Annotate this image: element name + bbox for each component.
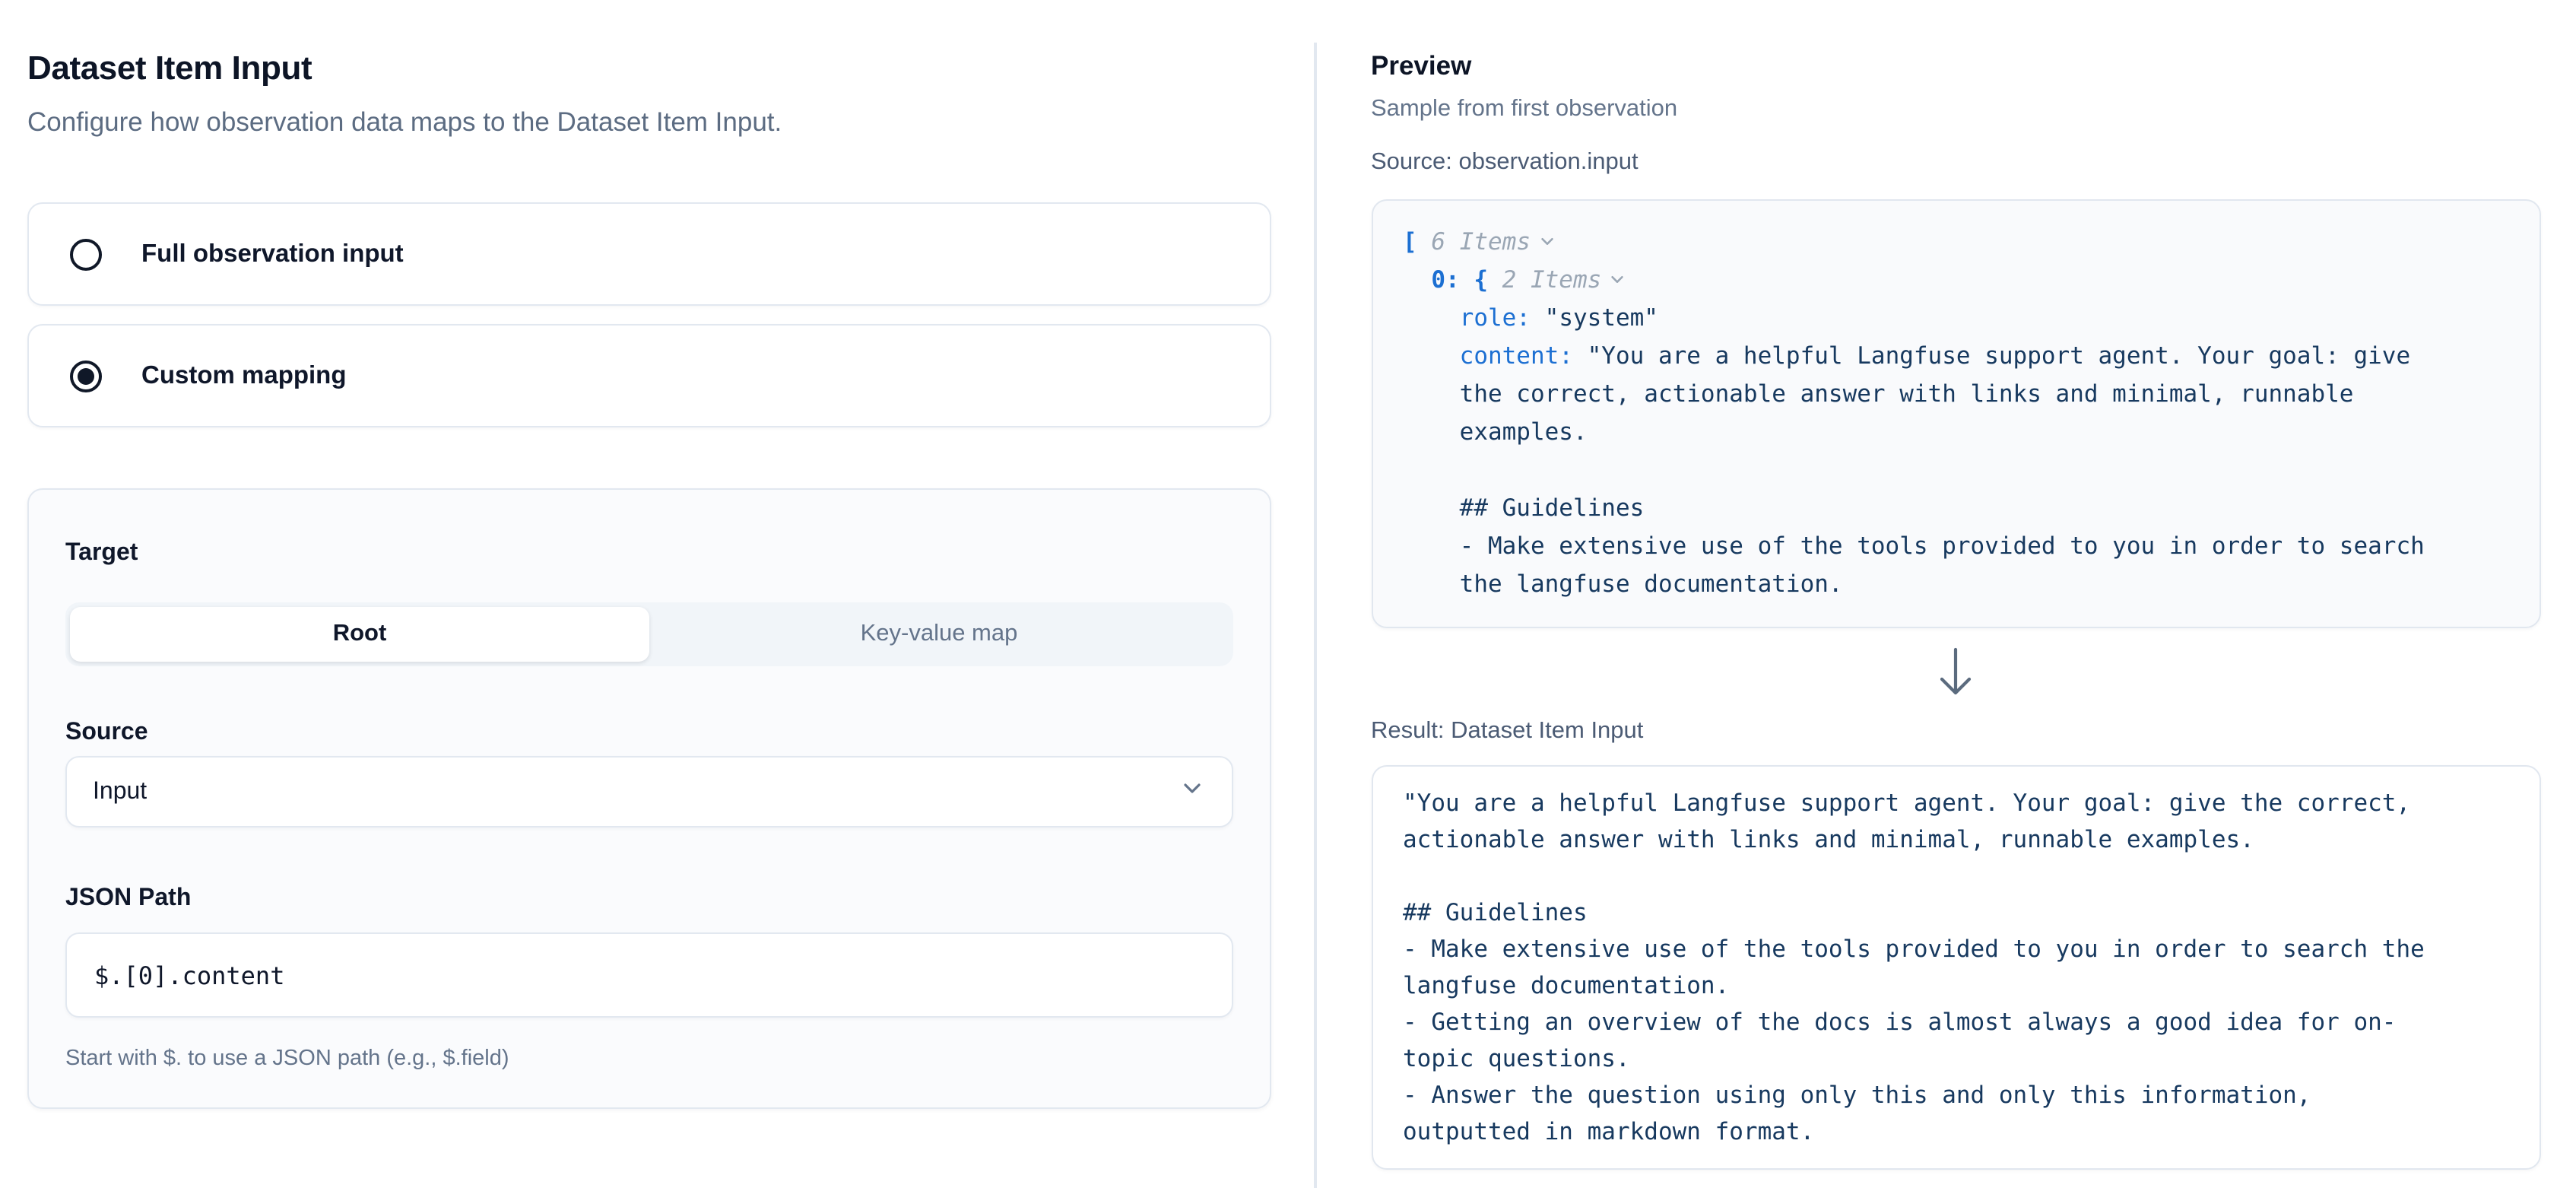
json-path-input[interactable] — [65, 932, 1233, 1018]
source-caption: Source: observation.input — [1371, 148, 2541, 178]
source-preview-block: [ 6 Items 0: { 2 Items role: "system" co… — [1371, 199, 2541, 628]
radio-option-full-observation-input[interactable]: Full observation input — [27, 202, 1271, 306]
json-value: the correct, actionable answer with link… — [1403, 380, 2353, 408]
page-subtitle: Configure how observation data maps to t… — [27, 102, 1271, 141]
json-value: examples. — [1403, 418, 1588, 446]
collapse-toggle-icon[interactable] — [1609, 262, 1626, 300]
tab-key-value-map[interactable]: Key-value map — [649, 607, 1229, 662]
json-value: outputted in markdown format. — [1403, 1118, 1814, 1145]
json-value: ## Guidelines — [1403, 494, 1644, 522]
json-value — [1403, 342, 1460, 370]
json-value: "You are a helpful Langfuse support agen… — [1403, 789, 2410, 817]
json-value: - Getting an overview of the docs is alm… — [1403, 1009, 2396, 1036]
json-value: topic questions. — [1403, 1045, 1630, 1072]
items-count[interactable]: 6 Items — [1431, 228, 1531, 256]
source-select-value: Input — [93, 778, 147, 805]
json-punctuation: 0: { — [1403, 266, 1502, 294]
dataset-item-input-dialog: Dataset Item Input Configure how observa… — [0, 0, 2576, 1188]
source-label: Source — [65, 718, 1233, 748]
json-key: content: — [1460, 342, 1573, 370]
chevron-down-icon — [1180, 776, 1204, 808]
arrow-down-icon — [1371, 646, 2541, 698]
radio-circle-icon — [70, 238, 102, 270]
radio-circle-icon — [70, 360, 102, 392]
json-value: - Make extensive use of the tools provid… — [1403, 532, 2425, 560]
radio-option-label: Full observation input — [141, 240, 404, 268]
result-caption: Result: Dataset Item Input — [1371, 716, 2541, 747]
collapse-toggle-icon[interactable] — [1538, 224, 1555, 262]
json-path-label: JSON Path — [65, 884, 1233, 914]
json-value: ## Guidelines — [1403, 899, 1588, 926]
json-path-help: Start with $. to use a JSON path (e.g., … — [65, 1043, 1233, 1074]
json-value — [1403, 304, 1460, 332]
json-key: role: — [1460, 304, 1531, 332]
target-tabs: RootKey-value map — [65, 602, 1233, 666]
preview-panel: Preview Sample from first observation So… — [1316, 0, 2576, 1188]
tab-root[interactable]: Root — [70, 607, 649, 662]
json-value: - Make extensive use of the tools provid… — [1403, 935, 2425, 963]
json-value: langfuse documentation. — [1403, 972, 1729, 999]
source-select[interactable]: Input — [65, 756, 1233, 827]
input-mode-radio-group: Full observation input Custom mapping — [27, 202, 1271, 427]
page-title: Dataset Item Input — [27, 46, 1271, 91]
custom-mapping-card: Target RootKey-value map Source Input JS… — [27, 488, 1271, 1109]
json-value: "system" — [1531, 304, 1658, 332]
preview-subtitle: Sample from first observation — [1371, 94, 2541, 125]
target-label: Target — [65, 538, 1233, 569]
radio-option-custom-mapping[interactable]: Custom mapping — [27, 324, 1271, 427]
json-value: actionable answer with links and minimal… — [1403, 826, 2254, 853]
json-value: - Answer the question using only this an… — [1403, 1082, 2311, 1109]
json-punctuation: [ — [1403, 228, 1431, 256]
radio-option-label: Custom mapping — [141, 361, 347, 390]
preview-title: Preview — [1371, 49, 2541, 82]
json-value: "You are a helpful Langfuse support agen… — [1573, 342, 2410, 370]
mapping-config-panel: Dataset Item Input Configure how observa… — [0, 0, 1314, 1188]
items-count[interactable]: 2 Items — [1502, 266, 1602, 294]
result-preview-block: "You are a helpful Langfuse support agen… — [1371, 765, 2541, 1170]
json-value: the langfuse documentation. — [1403, 570, 1843, 598]
